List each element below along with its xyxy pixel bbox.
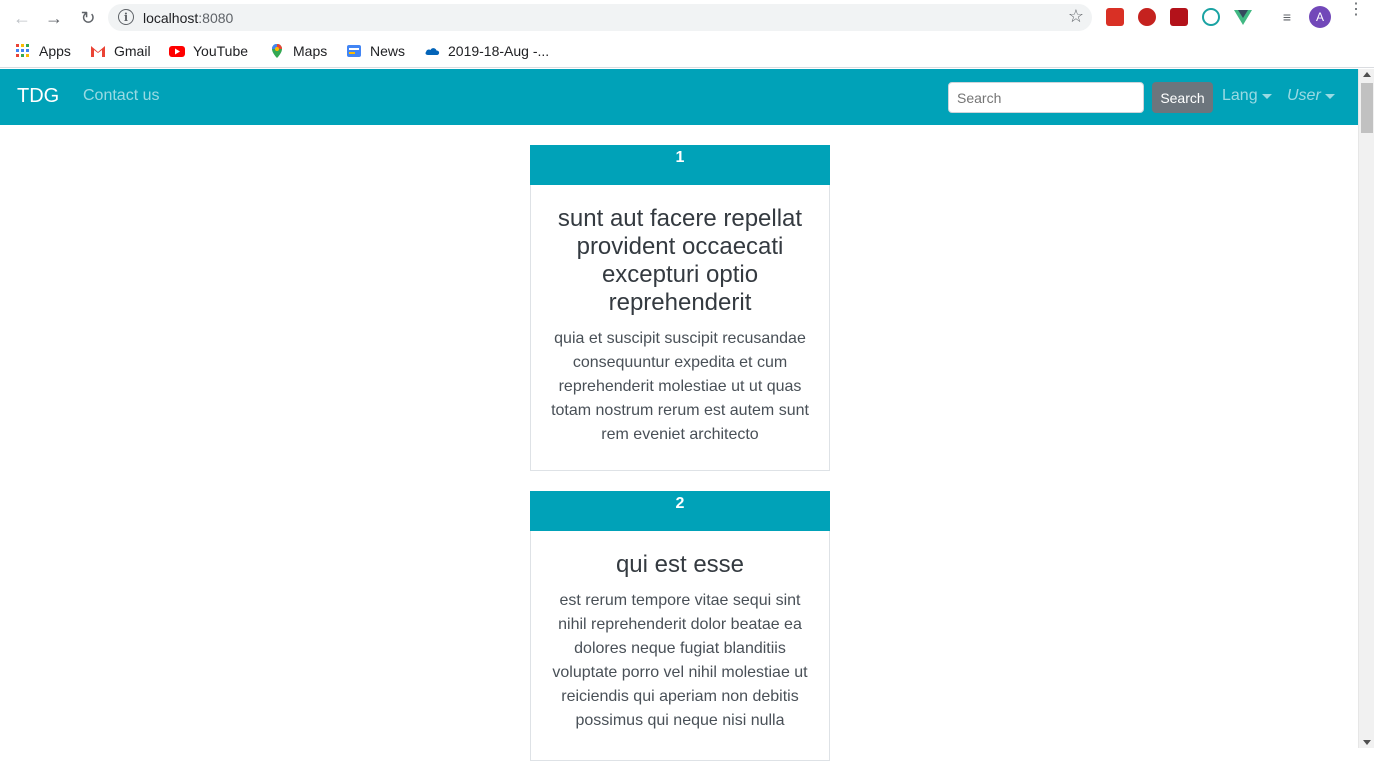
navbar-brand[interactable]: TDG <box>17 85 59 108</box>
post-card-header: 1 <box>530 145 830 185</box>
caret-down-icon <box>1261 93 1272 99</box>
bookmark-label: Maps <box>293 43 328 59</box>
search-button[interactable]: Search <box>1152 82 1213 113</box>
bookmark-label: 2019-18-Aug -... <box>448 43 550 59</box>
user-dropdown[interactable]: User <box>1287 87 1335 105</box>
gmail-icon <box>90 43 106 59</box>
bookmark-label: Apps <box>39 43 71 59</box>
bookmark-label: YouTube <box>193 43 249 59</box>
page-scrollbar[interactable] <box>1358 69 1374 748</box>
cloud-icon <box>424 43 440 59</box>
extension-vue-icon[interactable] <box>1234 8 1252 26</box>
url-port: :8080 <box>198 10 234 26</box>
bookmark-gmail[interactable]: Gmail <box>90 41 151 61</box>
app-navbar: TDG Contact us Search Lang User <box>0 69 1358 125</box>
scroll-up-arrow-icon[interactable] <box>1363 72 1371 77</box>
post-body: quia et suscipit suscipit recusandae con… <box>551 330 809 443</box>
bookmark-star-icon[interactable]: ☆ <box>1068 6 1084 27</box>
lang-dropdown-label: Lang <box>1222 87 1258 104</box>
user-dropdown-label: User <box>1287 87 1321 104</box>
post-body: est rerum tempore vitae sequi sint nihil… <box>552 592 808 729</box>
profile-avatar[interactable]: A <box>1309 6 1331 28</box>
search-input[interactable] <box>948 82 1144 113</box>
extension-yab-icon[interactable] <box>1138 8 1156 26</box>
browser-toolbar: ← → ↻ i localhost:8080 ☆ ≡ A ⋮ <box>0 0 1374 35</box>
address-url[interactable]: localhost:8080 <box>143 10 233 26</box>
post-title: qui est esse <box>615 551 745 578</box>
bookmark-news[interactable]: News <box>346 41 405 61</box>
post-card: 1 sunt aut facere repellat provident occ… <box>530 145 830 471</box>
reload-icon[interactable]: ↻ <box>76 6 100 30</box>
post-card-body: sunt aut facere repellat provident occae… <box>531 185 829 447</box>
apps-grid-icon <box>15 43 31 59</box>
post-card-body: qui est esse est rerum tempore vitae seq… <box>531 531 829 733</box>
caret-down-icon <box>1324 93 1335 99</box>
scroll-down-arrow-icon[interactable] <box>1363 740 1371 745</box>
forward-arrow-icon[interactable]: → <box>42 6 66 30</box>
bookmark-onedrive[interactable]: 2019-18-Aug -... <box>424 41 549 61</box>
bookmark-apps[interactable]: Apps <box>15 41 71 61</box>
youtube-icon <box>169 43 185 59</box>
media-playlist-icon[interactable]: ≡ <box>1278 8 1296 26</box>
news-icon <box>346 43 362 59</box>
post-title: sunt aut facere repellat provident occae… <box>557 205 803 316</box>
post-card: 2 qui est esse est rerum tempore vitae s… <box>530 491 830 761</box>
bookmark-label: News <box>370 43 406 59</box>
nav-link-contact[interactable]: Contact us <box>83 87 159 105</box>
site-info-icon[interactable]: i <box>118 9 134 25</box>
extension-chatgpt-icon[interactable] <box>1202 8 1220 26</box>
bookmarks-bar: Apps Gmail YouTube Maps News 2019-18-Aug… <box>0 35 1374 68</box>
address-bar[interactable]: i localhost:8080 ☆ <box>108 4 1092 31</box>
bookmark-label: Gmail <box>114 43 151 59</box>
lang-dropdown[interactable]: Lang <box>1222 87 1272 105</box>
extension-red-play-icon[interactable] <box>1106 8 1124 26</box>
url-host: localhost <box>143 10 199 26</box>
post-card-header: 2 <box>530 491 830 531</box>
back-arrow-icon[interactable]: ← <box>10 6 34 30</box>
browser-menu-icon[interactable]: ⋮ <box>1348 2 1364 18</box>
bookmark-youtube[interactable]: YouTube <box>169 41 248 61</box>
maps-pin-icon <box>269 43 285 59</box>
scroll-thumb[interactable] <box>1361 83 1373 133</box>
bookmark-maps[interactable]: Maps <box>269 41 327 61</box>
extension-arrow-icon[interactable] <box>1170 8 1188 26</box>
